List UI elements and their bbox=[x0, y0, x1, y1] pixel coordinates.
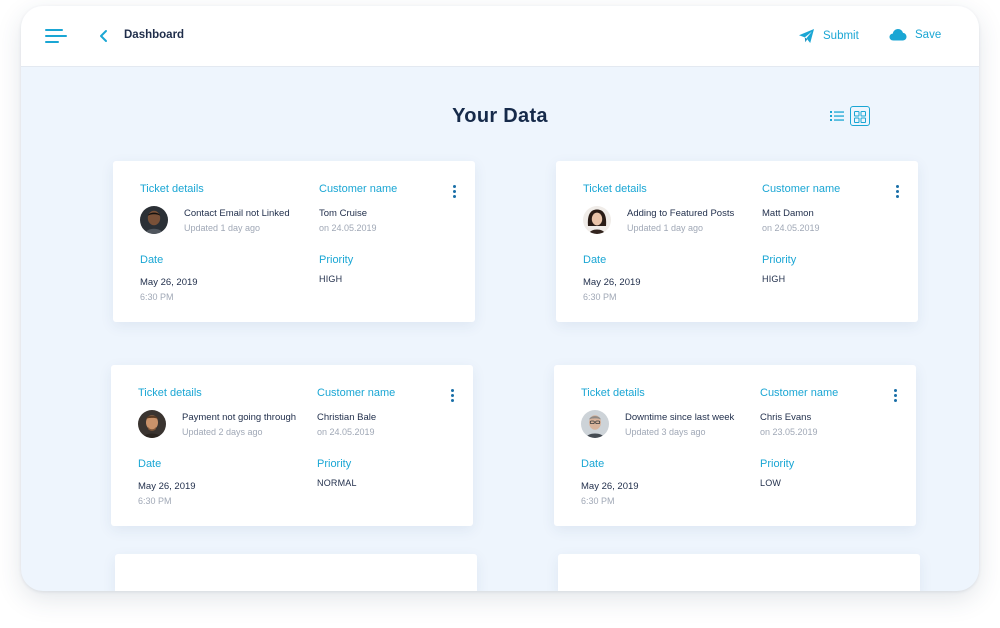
breadcrumb[interactable]: Dashboard bbox=[124, 29, 184, 41]
priority-value: NORMAL bbox=[317, 478, 357, 488]
date-label: Date bbox=[138, 458, 162, 470]
ticket-card[interactable]: Ticket details Customer name Adding to F… bbox=[556, 161, 918, 322]
ticket-card-partial[interactable] bbox=[558, 554, 920, 591]
ticket-card-partial[interactable] bbox=[115, 554, 477, 591]
customer-name: Matt Damon bbox=[762, 208, 814, 219]
customer-name: Christian Bale bbox=[317, 412, 377, 423]
ticket-details-label: Ticket details bbox=[581, 387, 645, 399]
ticket-subject: Downtime since last week bbox=[625, 412, 735, 423]
more-options-icon[interactable] bbox=[893, 185, 901, 200]
customer-date: on 24.05.2019 bbox=[317, 427, 375, 437]
priority-value: LOW bbox=[760, 478, 782, 488]
ticket-subject: Payment not going through bbox=[182, 412, 297, 423]
customer-name-label: Customer name bbox=[762, 183, 841, 195]
priority-label: Priority bbox=[319, 254, 354, 266]
priority-label: Priority bbox=[760, 458, 795, 470]
avatar bbox=[138, 410, 166, 438]
ticket-updated: Updated 1 day ago bbox=[627, 223, 704, 233]
ticket-card[interactable]: Ticket details Customer name Downtime si… bbox=[554, 365, 916, 526]
customer-name: Tom Cruise bbox=[319, 208, 368, 219]
ticket-card[interactable]: Ticket details Customer name Payment not… bbox=[111, 365, 473, 526]
priority-label: Priority bbox=[317, 458, 352, 470]
date-label: Date bbox=[140, 254, 164, 266]
ticket-time: 6:30 PM bbox=[583, 292, 617, 302]
ticket-time: 6:30 PM bbox=[140, 292, 174, 302]
date-label: Date bbox=[581, 458, 605, 470]
avatar bbox=[583, 206, 611, 234]
more-options-icon[interactable] bbox=[448, 389, 456, 404]
submit-button[interactable]: Submit bbox=[798, 28, 859, 44]
paper-plane-icon bbox=[799, 29, 814, 43]
ticket-time: 6:30 PM bbox=[581, 496, 615, 506]
ticket-date: May 26, 2019 bbox=[138, 481, 196, 492]
list-view-icon[interactable] bbox=[829, 108, 845, 124]
ticket-card[interactable]: Ticket details Customer name Contact Ema… bbox=[113, 161, 475, 322]
ticket-subject: Contact Email not Linked bbox=[184, 208, 290, 219]
save-label: Save bbox=[915, 28, 942, 41]
ticket-details-label: Ticket details bbox=[138, 387, 202, 399]
priority-value: HIGH bbox=[762, 274, 786, 284]
hamburger-menu-icon[interactable] bbox=[45, 26, 69, 46]
save-button[interactable]: Save bbox=[889, 28, 941, 41]
ticket-date: May 26, 2019 bbox=[140, 277, 198, 288]
customer-name-label: Customer name bbox=[319, 183, 398, 195]
avatar bbox=[140, 206, 168, 234]
grid-icon bbox=[854, 111, 866, 123]
ticket-details-label: Ticket details bbox=[140, 183, 204, 195]
customer-date: on 23.05.2019 bbox=[760, 427, 818, 437]
customer-name-label: Customer name bbox=[317, 387, 396, 399]
ticket-updated: Updated 1 day ago bbox=[184, 223, 261, 233]
priority-label: Priority bbox=[762, 254, 797, 266]
more-options-icon[interactable] bbox=[891, 389, 899, 404]
customer-date: on 24.05.2019 bbox=[762, 223, 820, 233]
ticket-time: 6:30 PM bbox=[138, 496, 172, 506]
ticket-updated: Updated 2 days ago bbox=[182, 427, 263, 437]
submit-label: Submit bbox=[823, 30, 859, 42]
date-label: Date bbox=[583, 254, 607, 266]
cloud-icon bbox=[889, 29, 907, 41]
ticket-updated: Updated 3 days ago bbox=[625, 427, 706, 437]
app-window: Dashboard Submit Save Your Data Ticket d… bbox=[21, 6, 979, 591]
chevron-left-icon[interactable] bbox=[97, 28, 111, 44]
ticket-date: May 26, 2019 bbox=[581, 481, 639, 492]
ticket-details-label: Ticket details bbox=[583, 183, 647, 195]
customer-date: on 24.05.2019 bbox=[319, 223, 377, 233]
priority-value: HIGH bbox=[319, 274, 343, 284]
more-options-icon[interactable] bbox=[450, 185, 458, 200]
top-bar: Dashboard Submit Save bbox=[21, 6, 979, 67]
customer-name-label: Customer name bbox=[760, 387, 839, 399]
customer-name: Chris Evans bbox=[760, 412, 812, 423]
ticket-date: May 26, 2019 bbox=[583, 277, 641, 288]
grid-view-icon[interactable] bbox=[850, 106, 870, 126]
ticket-subject: Adding to Featured Posts bbox=[627, 208, 735, 219]
avatar bbox=[581, 410, 609, 438]
